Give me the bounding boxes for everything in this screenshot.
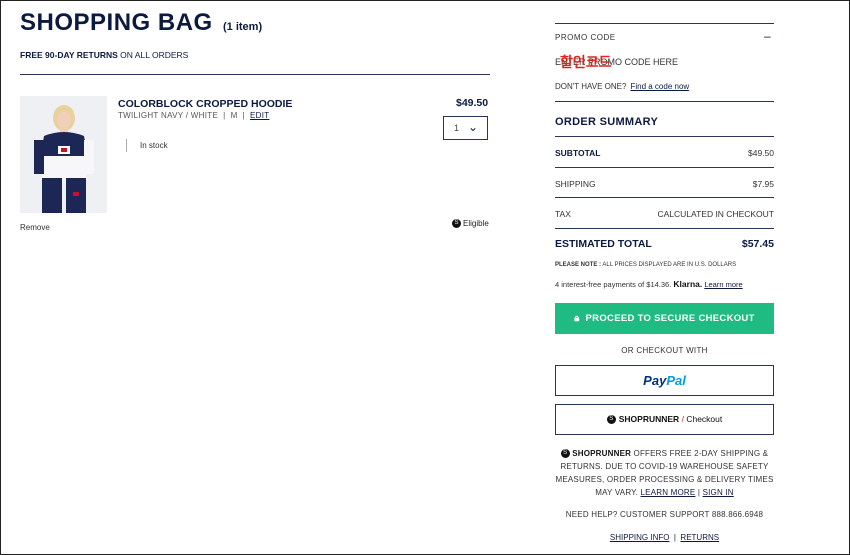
find-code-link[interactable]: Find a code now xyxy=(630,82,689,91)
returns-link[interactable]: RETURNS xyxy=(680,533,719,542)
stock-divider xyxy=(126,139,127,152)
klarna-logo: Klarna. xyxy=(673,279,703,289)
promo-label: PROMO CODE xyxy=(555,33,616,42)
shoprunner-learn-more[interactable]: LEARN MORE xyxy=(641,488,696,497)
shoprunner-info: S SHOPRUNNER OFFERS FREE 2-DAY SHIPPING … xyxy=(555,449,774,497)
quantity-select[interactable]: 1 ⌄ xyxy=(443,116,488,140)
secure-checkout-label: PROCEED TO SECURE CHECKOUT xyxy=(585,313,755,324)
shipping-info-link[interactable]: SHIPPING INFO xyxy=(610,533,670,542)
total-label: ESTIMATED TOTAL xyxy=(555,238,652,250)
shoprunner-brand: SHOPRUNNER xyxy=(618,414,680,424)
product-color: TWILIGHT NAVY / WHITE xyxy=(118,111,219,120)
divider xyxy=(555,101,774,102)
paypal-logo-b: Pal xyxy=(666,373,686,388)
subtotal-label: SUBTOTAL xyxy=(555,148,601,158)
subtotal-value: $49.50 xyxy=(748,148,774,158)
klarna-text: 4 interest-free payments of $14.36. xyxy=(555,280,672,289)
page-title: SHOPPING BAG xyxy=(20,9,213,36)
promo-collapse-icon[interactable]: – xyxy=(764,29,771,43)
shoprunner-icon: S xyxy=(560,449,570,459)
product-price: $49.50 xyxy=(456,97,489,109)
footer-links: SHIPPING INFO | RETURNS xyxy=(609,533,720,542)
note-bold: PLEASE NOTE : xyxy=(555,262,602,268)
order-summary-title: ORDER SUMMARY xyxy=(555,116,659,128)
product-image[interactable] xyxy=(20,96,107,213)
divider xyxy=(555,197,774,198)
divider xyxy=(555,167,774,168)
klarna-learn-more[interactable]: Learn more xyxy=(704,280,742,289)
promo-overlay-text: 할인코드 xyxy=(560,54,612,70)
shoprunner-sign-in[interactable]: SIGN IN xyxy=(703,488,734,497)
shoprunner-icon: S xyxy=(452,219,461,229)
chevron-down-icon: ⌄ xyxy=(467,120,478,134)
shoprunner-info-brand: SHOPRUNNER xyxy=(572,449,632,458)
or-checkout-label: OR CHECKOUT WITH xyxy=(621,346,708,355)
shoprunner-icon: S xyxy=(606,415,616,425)
edit-link[interactable]: EDIT xyxy=(250,111,269,120)
currency-note: PLEASE NOTE : ALL PRICES DISPLAYED ARE I… xyxy=(555,262,736,268)
tax-value: CALCULATED IN CHECKOUT xyxy=(657,209,775,219)
klarna-info: 4 interest-free payments of $14.36. Klar… xyxy=(555,279,743,289)
shipping-value: $7.95 xyxy=(752,179,774,189)
stock-status: In stock xyxy=(140,141,168,150)
shoprunner-checkout-button[interactable]: S SHOPRUNNER / Checkout xyxy=(555,404,774,435)
returns-banner: FREE 90-DAY RETURNS ON ALL ORDERS xyxy=(20,50,188,60)
customer-support: NEED HELP? CUSTOMER SUPPORT 888.866.6948 xyxy=(565,510,764,519)
shipping-label: SHIPPING xyxy=(555,179,596,189)
promo-help: DON'T HAVE ONE? Find a code now xyxy=(555,82,689,91)
eligible-label: Eligible xyxy=(463,219,489,228)
divider xyxy=(555,228,774,229)
paypal-button[interactable]: PayPal xyxy=(555,365,774,396)
divider xyxy=(555,136,774,137)
shoprunner-eligible: S Eligible xyxy=(452,219,489,229)
divider xyxy=(20,74,490,75)
item-count: (1 item) xyxy=(223,21,263,33)
remove-link[interactable]: Remove xyxy=(20,223,50,232)
returns-rest: ON ALL ORDERS xyxy=(120,50,189,60)
shoprunner-checkout-label: Checkout xyxy=(686,414,723,424)
dont-have-label: DON'T HAVE ONE? xyxy=(555,82,627,91)
product-name[interactable]: COLORBLOCK CROPPED HOODIE xyxy=(118,98,292,110)
product-size: M xyxy=(230,111,238,120)
divider xyxy=(555,23,774,24)
secure-checkout-button[interactable]: 🔒︎ PROCEED TO SECURE CHECKOUT xyxy=(555,303,774,334)
shoprunner-slash: / xyxy=(681,414,684,424)
total-value: $57.45 xyxy=(741,238,774,250)
paypal-logo-a: Pay xyxy=(643,373,667,388)
quantity-value: 1 xyxy=(454,123,460,133)
returns-bold: FREE 90-DAY RETURNS xyxy=(20,50,118,60)
note-rest: ALL PRICES DISPLAYED ARE IN U.S. DOLLARS xyxy=(602,262,737,268)
lock-icon: 🔒︎ xyxy=(574,313,580,324)
product-meta: TWILIGHT NAVY / WHITE | M | EDIT xyxy=(118,111,270,120)
tax-label: TAX xyxy=(555,209,571,219)
